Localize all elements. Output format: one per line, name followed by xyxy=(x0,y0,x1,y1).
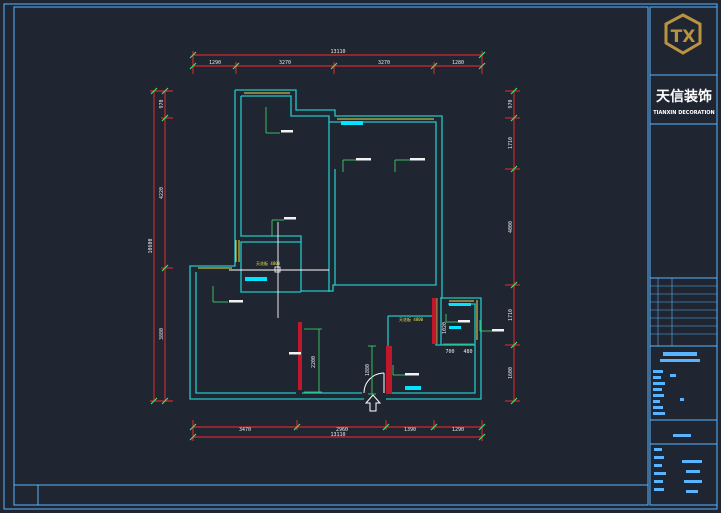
right-dim-4: 1710 xyxy=(508,309,514,321)
brand-logo-icon: TX xyxy=(664,13,702,55)
brand-subtitle: TIANXIN DECORATION xyxy=(653,110,715,116)
title-block-fills xyxy=(653,352,702,493)
left-dim-1: 970 xyxy=(159,99,165,108)
title-block-table xyxy=(650,278,717,346)
entrance-arrow-icon xyxy=(364,394,382,412)
ceiling-note-a: 天花板 4800 xyxy=(256,260,281,266)
right-dim-2: 1710 xyxy=(508,137,514,149)
bottom-total-dim: 13110 xyxy=(330,432,345,438)
floor-plan-walls xyxy=(189,89,482,400)
top-total-dim: 13110 xyxy=(330,49,345,55)
top-dim-2: 3270 xyxy=(279,60,291,66)
svg-text:TX: TX xyxy=(671,27,696,47)
ceiling-marker xyxy=(274,266,281,273)
door-height-text: 1880 xyxy=(365,364,371,376)
right-dim-5: 1600 xyxy=(508,367,514,379)
left-dim-2: 4220 xyxy=(159,187,165,199)
drawing-outer-frame xyxy=(3,3,718,510)
ceiling-note-b: 天花板 4800 xyxy=(399,316,424,322)
width-b-text: 480 xyxy=(463,349,472,355)
left-dim-3: 3880 xyxy=(159,328,165,340)
drawing-inner-frame xyxy=(13,6,649,506)
right-dim-3: 4000 xyxy=(508,221,514,233)
inner-dim-text: 2200 xyxy=(311,356,317,368)
width-a-text: 700 xyxy=(445,349,454,355)
brand-name: 天信装饰 xyxy=(656,88,712,105)
top-dim-4: 1280 xyxy=(452,60,464,66)
fixtures xyxy=(245,121,471,390)
right-dim-1: 970 xyxy=(508,99,514,108)
top-dim-1: 1290 xyxy=(209,60,221,66)
height-a-text: 1020 xyxy=(442,322,448,334)
cad-drawing: TX 天信装饰 TIANXIN DECORATION 天花板 4800 天花板 … xyxy=(3,3,718,510)
title-block xyxy=(649,6,718,506)
room-labels xyxy=(229,130,504,376)
bottom-dim-3: 1390 xyxy=(404,427,416,433)
left-total-dim: 10600 xyxy=(148,238,154,253)
top-dim-3: 3270 xyxy=(378,60,390,66)
bottom-dim-4: 1290 xyxy=(452,427,464,433)
bottom-dim-1: 3470 xyxy=(239,427,251,433)
